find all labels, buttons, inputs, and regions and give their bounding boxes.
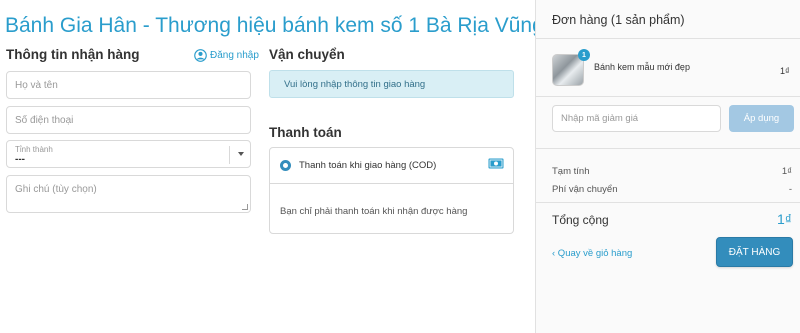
shipping-fee-label: Phí vận chuyển xyxy=(552,184,618,195)
payment-method-label: Thanh toán khi giao hàng (COD) xyxy=(299,160,437,171)
radio-selected-icon[interactable] xyxy=(280,160,291,171)
divider xyxy=(535,148,800,149)
payment-heading: Thanh toán xyxy=(269,125,342,140)
cash-icon xyxy=(488,158,504,169)
login-label: Đăng nhập xyxy=(210,50,259,61)
total-label: Tổng cộng xyxy=(552,213,609,227)
divider xyxy=(535,202,800,203)
payment-description: Bạn chỉ phải thanh toán khi nhận được hà… xyxy=(280,206,468,217)
phone-input[interactable]: Số điện thoại xyxy=(6,106,251,134)
store-title[interactable]: Bánh Gia Hân - Thương hiệu bánh kem số 1… xyxy=(5,14,585,38)
apply-discount-button[interactable]: Áp dụng xyxy=(729,105,794,132)
shipping-fee-value: - xyxy=(788,184,792,195)
phone-placeholder: Số điện thoại xyxy=(15,114,74,126)
payment-methods: Thanh toán khi giao hàng (COD) Bạn chỉ p… xyxy=(269,147,514,234)
checkout-main: Bánh Gia Hân - Thương hiệu bánh kem số 1… xyxy=(0,0,585,333)
delivery-notice: Vui lòng nhập thông tin giao hàng xyxy=(269,70,514,98)
login-link[interactable]: Đăng nhập xyxy=(194,49,259,62)
province-select[interactable]: Tỉnh thành --- xyxy=(6,140,251,168)
divider xyxy=(535,96,800,97)
subtotal-value: 1₫ xyxy=(781,166,792,177)
note-placeholder: Ghi chú (tùy chọn) xyxy=(15,184,97,195)
full-name-input[interactable]: Họ và tên xyxy=(6,71,251,99)
discount-placeholder: Nhập mã giảm giá xyxy=(561,113,639,124)
resize-handle-icon[interactable] xyxy=(242,204,248,210)
province-value: --- xyxy=(15,153,25,165)
user-circle-icon xyxy=(194,49,207,62)
delivery-heading: Vận chuyển xyxy=(269,47,345,62)
full-name-placeholder: Họ và tên xyxy=(15,79,58,91)
discount-code-input[interactable]: Nhập mã giảm giá xyxy=(552,105,721,132)
payment-method-cod[interactable]: Thanh toán khi giao hàng (COD) xyxy=(270,148,513,184)
chevron-down-icon xyxy=(238,152,244,156)
subtotal-label: Tạm tính xyxy=(552,166,590,177)
quantity-badge: 1 xyxy=(578,49,590,61)
place-order-button[interactable]: ĐẶT HÀNG xyxy=(716,237,793,267)
shipping-info-heading: Thông tin nhận hàng xyxy=(6,47,140,62)
note-textarea[interactable]: Ghi chú (tùy chọn) xyxy=(6,175,251,213)
product-price: 1₫ xyxy=(780,66,790,76)
product-name: Bánh kem mẫu mới đẹp xyxy=(594,62,690,72)
total-value: 1₫ xyxy=(777,211,792,227)
divider xyxy=(535,38,800,39)
order-heading: Đơn hàng (1 sản phẩm) xyxy=(552,13,685,27)
province-label: Tỉnh thành xyxy=(15,144,53,154)
select-divider xyxy=(229,146,230,164)
back-to-cart-link[interactable]: ‹ Quay về giỏ hàng xyxy=(552,248,632,259)
